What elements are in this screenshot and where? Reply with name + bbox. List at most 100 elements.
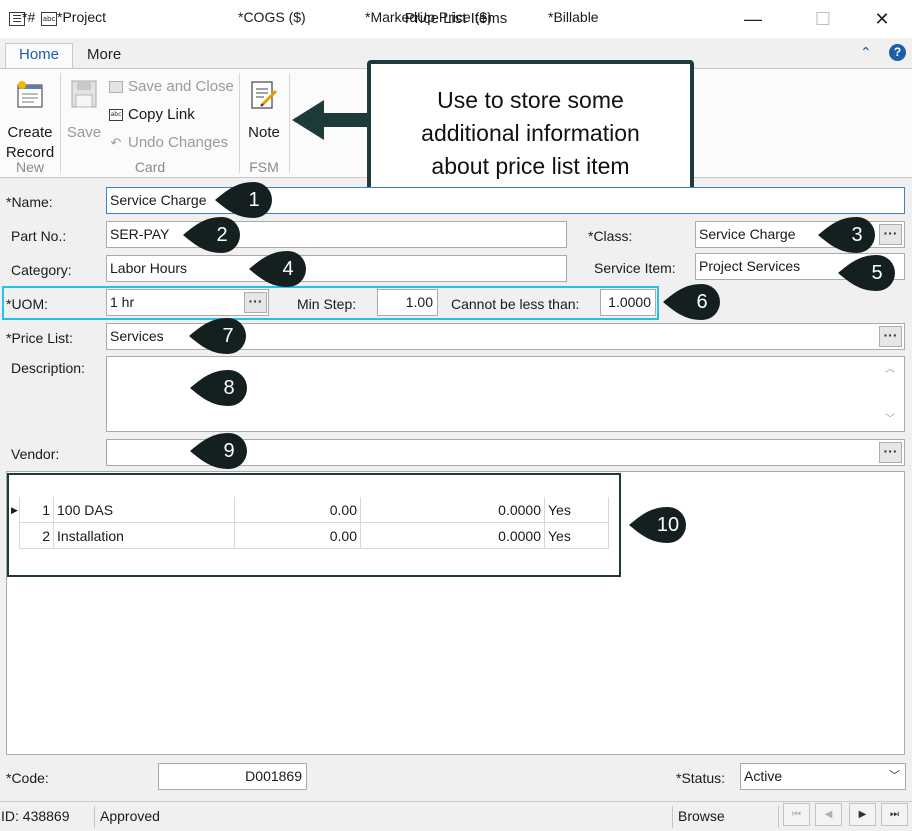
marker-3: 3 (816, 217, 878, 253)
class-browse-button[interactable]: ··· (879, 224, 902, 245)
chevron-down-icon[interactable]: ﹀ (889, 767, 900, 783)
grid-cell-billable[interactable]: Yes (545, 523, 609, 549)
cannot-be-less-field[interactable]: 1.0000 (600, 289, 656, 316)
statusbar-divider (778, 806, 779, 828)
price-list-label: *Price List: (6, 330, 73, 346)
marker-label: 1 (248, 189, 260, 211)
group-label-new: New (15, 159, 44, 175)
min-step-field[interactable]: 1.00 (377, 289, 438, 316)
marker-1: 1 (213, 182, 275, 218)
status-bar: ID: 438869 Approved Browse (0, 801, 912, 830)
note-icon (251, 81, 278, 109)
scroll-up-icon[interactable]: ︿ (885, 360, 895, 375)
ribbon-divider (60, 73, 61, 173)
code-field[interactable]: D001869 (158, 763, 307, 790)
cannot-be-less-label: Cannot be less than: (451, 296, 580, 312)
group-label-card: Card (134, 159, 166, 175)
marker-label: 9 (223, 440, 235, 462)
record-state: Approved (100, 808, 160, 824)
marker-label: 4 (282, 258, 294, 280)
marker-5: 5 (836, 255, 898, 291)
uom-browse-button[interactable]: ··· (244, 292, 267, 313)
group-label-fsm: FSM (249, 159, 279, 175)
callout-line: Use to store some (437, 87, 624, 113)
record-id: ID: 438869 (1, 808, 70, 824)
grid-row-selector[interactable] (9, 497, 20, 549)
grid-cell-project[interactable]: 100 DAS (54, 497, 235, 523)
grid-header-price[interactable]: *MarkedUp Price ($) (365, 6, 492, 28)
grid-cell-project[interactable]: Installation (54, 523, 235, 549)
previous-record-icon[interactable]: ◀ (815, 803, 842, 826)
record-mode: Browse (678, 808, 725, 824)
create-record-label-line1: Create (7, 124, 53, 141)
grid-header-num[interactable]: *# (22, 6, 35, 28)
copy-link-button[interactable]: abc Copy Link (109, 104, 195, 126)
note-button[interactable]: Note (243, 77, 285, 147)
marker-label: 7 (222, 325, 234, 347)
grid-cell-num[interactable]: 2 (20, 523, 54, 549)
marker-label: 3 (851, 224, 863, 246)
tab-more[interactable]: More (77, 44, 131, 68)
help-icon[interactable]: ? (889, 44, 906, 61)
note-label: Note (248, 124, 280, 141)
save-icon (71, 80, 97, 108)
vendor-browse-button[interactable]: ··· (879, 442, 902, 463)
statusbar-divider (672, 806, 673, 828)
save-and-close-label: Save and Close (128, 78, 234, 95)
marker-8: 8 (188, 370, 250, 406)
vendor-label: Vendor: (11, 446, 60, 462)
status-label: *Status: (676, 770, 726, 786)
marker-label: 6 (696, 291, 708, 313)
grid-cell-cogs[interactable]: 0.00 (235, 523, 361, 549)
save-label: Save (66, 124, 102, 141)
next-record-icon[interactable]: ▶ (849, 803, 876, 826)
status-select[interactable]: Active (740, 763, 906, 790)
first-record-icon[interactable]: ⏮ (783, 803, 810, 826)
marker-9: 9 (188, 433, 250, 469)
marker-7: 7 (187, 318, 249, 354)
marker-6: 6 (661, 284, 723, 320)
save-and-close-icon (109, 81, 123, 94)
scroll-down-icon[interactable]: ﹀ (885, 410, 895, 425)
copy-link-icon: abc (109, 109, 123, 122)
grid-cell-price[interactable]: 0.0000 (361, 523, 545, 549)
grid-cell-cogs[interactable]: 0.00 (235, 497, 361, 523)
grid-header-project[interactable]: *Project (57, 6, 106, 28)
maximize-button[interactable]: ☐ (808, 6, 838, 32)
copy-link-label: Copy Link (128, 106, 195, 123)
marker-label: 2 (216, 224, 228, 246)
min-step-label: Min Step: (297, 296, 357, 312)
tab-home[interactable]: Home (5, 43, 73, 69)
part-no-field[interactable]: SER-PAY (106, 221, 567, 248)
marker-4: 4 (247, 251, 309, 287)
part-no-label: Part No.: (11, 228, 67, 244)
grid-cell-billable[interactable]: Yes (545, 497, 609, 523)
save-and-close-button[interactable]: Save and Close (109, 76, 234, 98)
marker-label: 8 (223, 377, 235, 399)
grid-header-cogs[interactable]: *COGS ($) (238, 6, 306, 28)
collapse-ribbon-icon[interactable]: ⌃ (860, 44, 872, 61)
ribbon-divider (239, 73, 240, 173)
last-record-icon[interactable]: ⏭ (881, 803, 908, 826)
minimize-button[interactable]: — (738, 6, 768, 32)
price-list-browse-button[interactable]: ··· (879, 326, 902, 347)
grid-cell-num[interactable]: 1 (20, 497, 54, 523)
undo-changes-button[interactable]: ↶ Undo Changes (109, 132, 229, 154)
undo-icon: ↶ (110, 135, 122, 151)
grid-cell-price[interactable]: 0.0000 (361, 497, 545, 523)
name-label: *Name: (6, 194, 53, 210)
save-button[interactable]: Save (64, 77, 104, 147)
marker-10: 10 (627, 507, 689, 543)
code-label: *Code: (6, 770, 49, 786)
marker-2: 2 (181, 217, 243, 253)
callout-line: additional information (421, 120, 640, 146)
statusbar-divider (94, 806, 95, 828)
grid-header-billable[interactable]: *Billable (548, 6, 599, 28)
undo-changes-label: Undo Changes (128, 134, 229, 151)
category-label: Category: (11, 262, 72, 278)
close-button[interactable]: ✕ (867, 6, 897, 32)
create-record-button[interactable]: Create Record (6, 77, 54, 161)
category-field[interactable]: Labor Hours (106, 255, 567, 282)
callout-line: about price list item (431, 153, 630, 179)
callout-arrow (292, 100, 370, 140)
